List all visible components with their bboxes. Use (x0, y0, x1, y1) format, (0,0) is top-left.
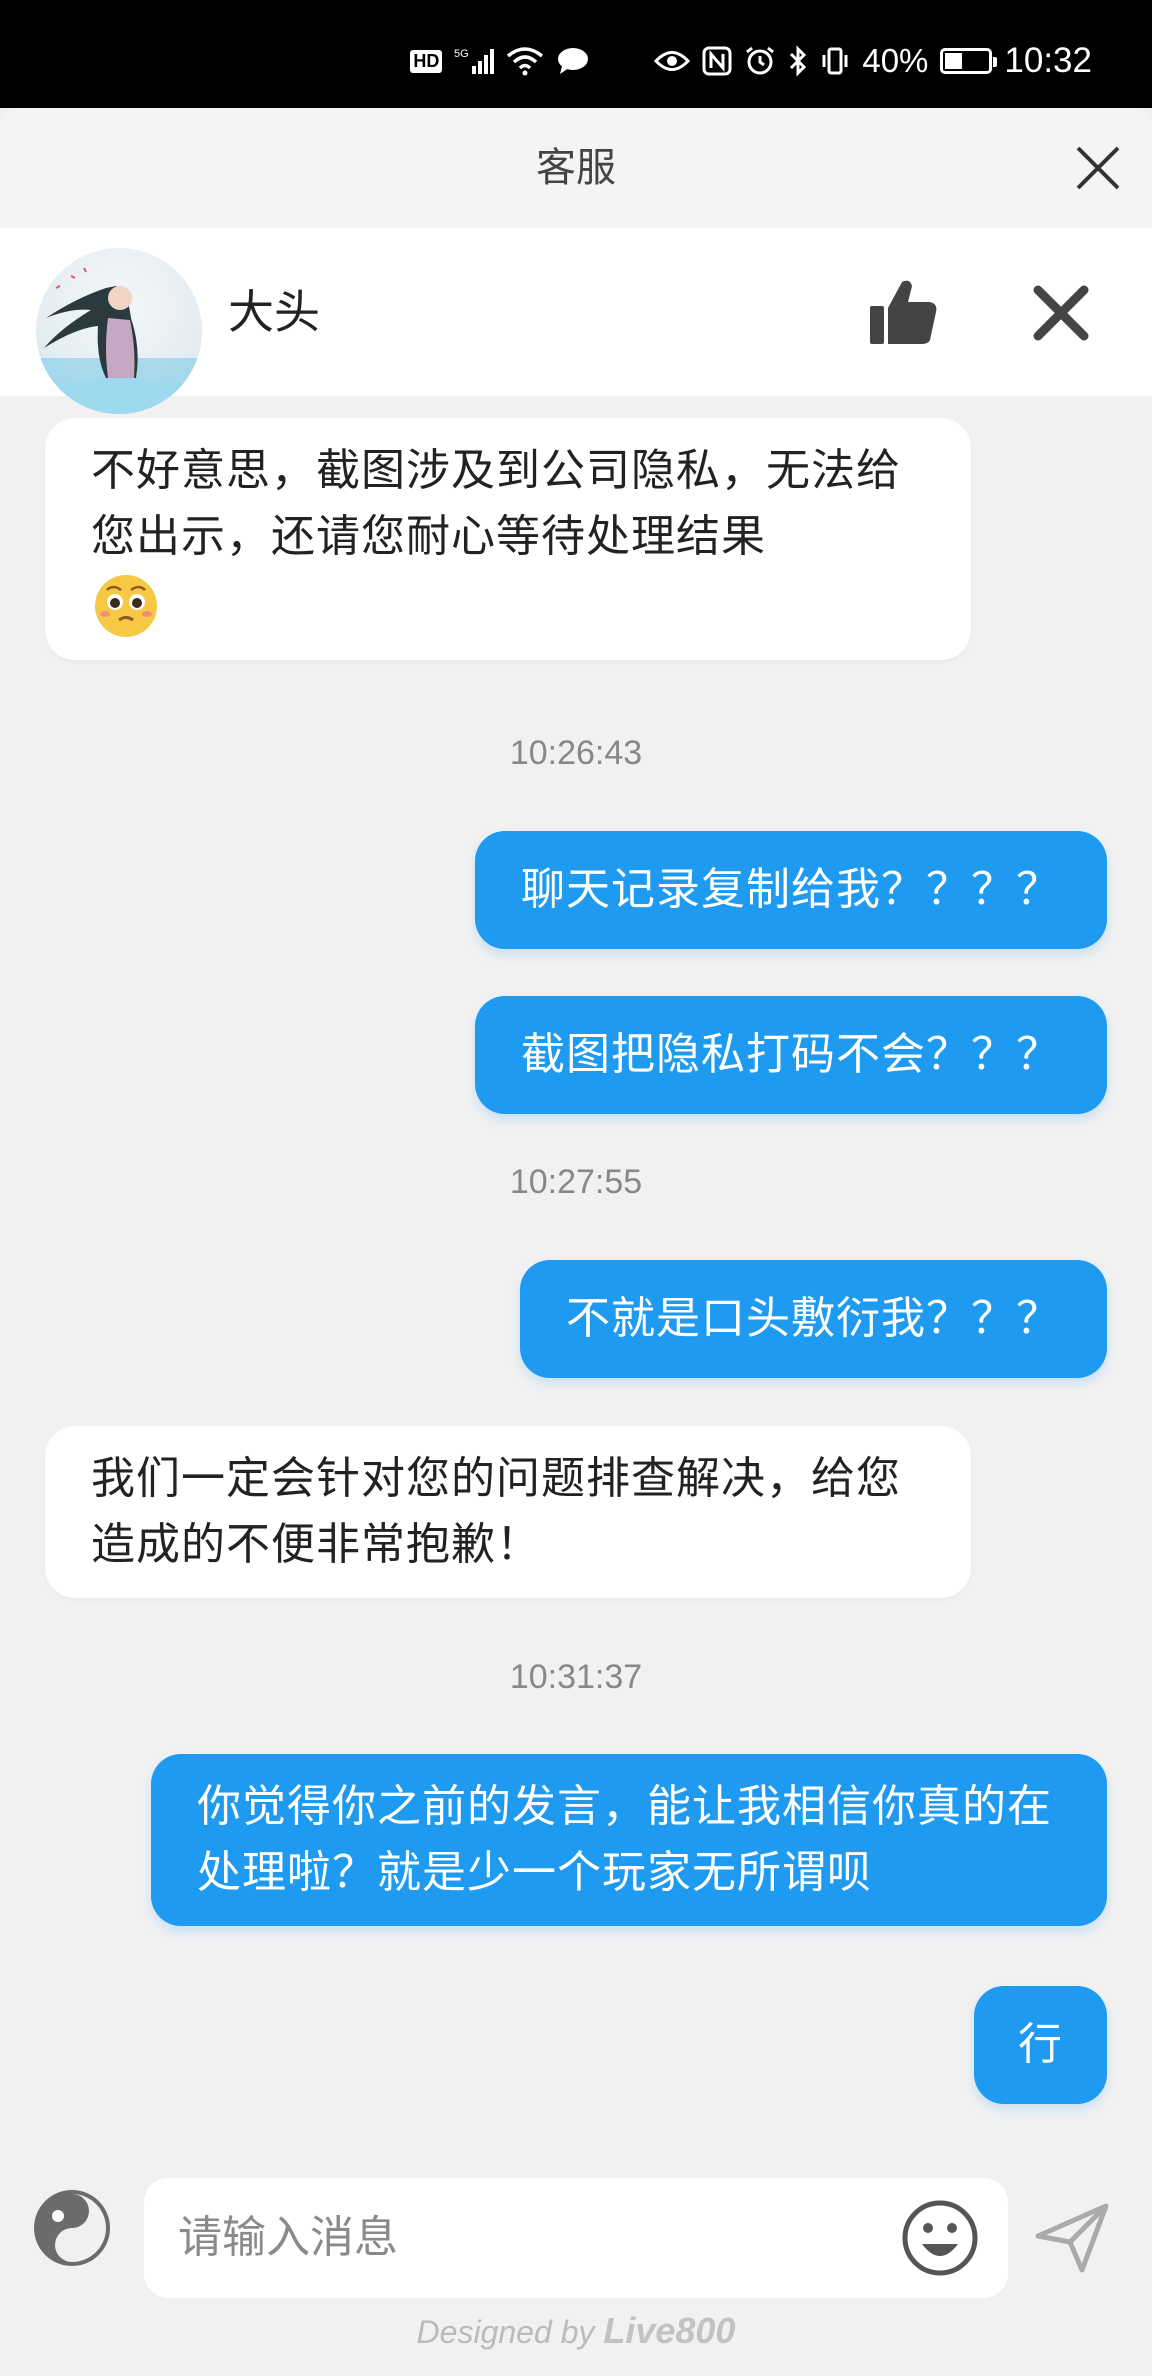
title-bar: 客服 (0, 108, 1152, 228)
emoji-button[interactable] (900, 2198, 980, 2278)
message-incoming: 不好意思，截图涉及到公司隐私，无法给您出示，还请您耐心等待处理结果 (45, 418, 971, 660)
close-icon (1076, 146, 1120, 190)
message-icon (556, 46, 590, 76)
status-icons: HD 5G 40% 10:32 (410, 36, 1092, 86)
message-outgoing: 行 (974, 1986, 1107, 2104)
footer-credit: Designed by Live800 (0, 2310, 1152, 2352)
like-button[interactable] (866, 274, 942, 350)
message-text: 不就是口头敷衍我？？？ (566, 1293, 1061, 1344)
battery-percent: 40% (862, 42, 929, 79)
message-outgoing: 截图把隐私打码不会？？？ (475, 996, 1107, 1114)
wifi-icon (506, 46, 544, 76)
message-outgoing: 不就是口头敷衍我？？？ (520, 1260, 1107, 1378)
message-input[interactable]: 请输入消息 (144, 2178, 1008, 2298)
pleading-face-icon (91, 570, 161, 640)
footer-prefix: Designed by (416, 2314, 595, 2350)
message-outgoing: 你觉得你之前的发言，能让我相信你真的在处理啦？就是少一个玩家无所谓呗 (151, 1754, 1107, 1926)
alarm-icon (744, 45, 776, 77)
signal-icon: 5G (454, 46, 495, 76)
more-options-button[interactable] (32, 2188, 112, 2268)
smile-icon (902, 2200, 978, 2276)
close-icon (1033, 285, 1089, 341)
message-incoming: 我们一定会针对您的问题排查解决，给您造成的不便非常抱歉！ (45, 1426, 971, 1598)
message-text: 不好意思，截图涉及到公司隐私，无法给您出示，还请您耐心等待处理结果 (91, 445, 901, 562)
agent-avatar (36, 248, 202, 414)
timestamp: 10:31:37 (509, 1658, 643, 1696)
agent-bar: 大头 (0, 228, 1152, 414)
page-title: 客服 (536, 145, 616, 191)
message-text: 你觉得你之前的发言，能让我相信你真的在处理啦？就是少一个玩家无所谓呗 (197, 1781, 1052, 1898)
send-icon (1035, 2203, 1109, 2273)
message-input-placeholder: 请输入消息 (178, 2212, 398, 2263)
vibrate-icon (820, 45, 850, 77)
thumbs-up-icon (870, 280, 937, 344)
timestamp: 10:26:43 (509, 734, 643, 772)
message-outgoing: 聊天记录复制给我？？？？ (475, 831, 1107, 949)
message-text: 我们一定会针对您的问题排查解决，给您造成的不便非常抱歉！ (91, 1453, 901, 1570)
timestamp: 10:27:55 (509, 1163, 643, 1201)
end-chat-button[interactable] (1030, 282, 1092, 344)
close-window-button[interactable] (1068, 138, 1128, 198)
yin-yang-icon (34, 2190, 110, 2266)
hd-icon: HD (410, 49, 443, 73)
eye-icon (654, 48, 691, 74)
clock: 10:32 (1004, 41, 1092, 80)
footer-brand: Live800 (603, 2310, 736, 2351)
status-bar: HD 5G 40% 10:32 (0, 0, 1152, 108)
agent-name: 大头 (228, 285, 320, 339)
message-text: 聊天记录复制给我？？？？ (521, 864, 1061, 915)
message-text: 行 (1018, 2019, 1063, 2070)
nfc-icon (702, 46, 732, 76)
battery-icon (940, 48, 998, 74)
svg-text:5G: 5G (454, 48, 469, 60)
message-text: 截图把隐私打码不会？？？ (521, 1029, 1061, 1080)
composer-bar: 请输入消息 (0, 2160, 1152, 2310)
send-button[interactable] (1032, 2198, 1112, 2278)
bluetooth-icon (788, 45, 808, 77)
